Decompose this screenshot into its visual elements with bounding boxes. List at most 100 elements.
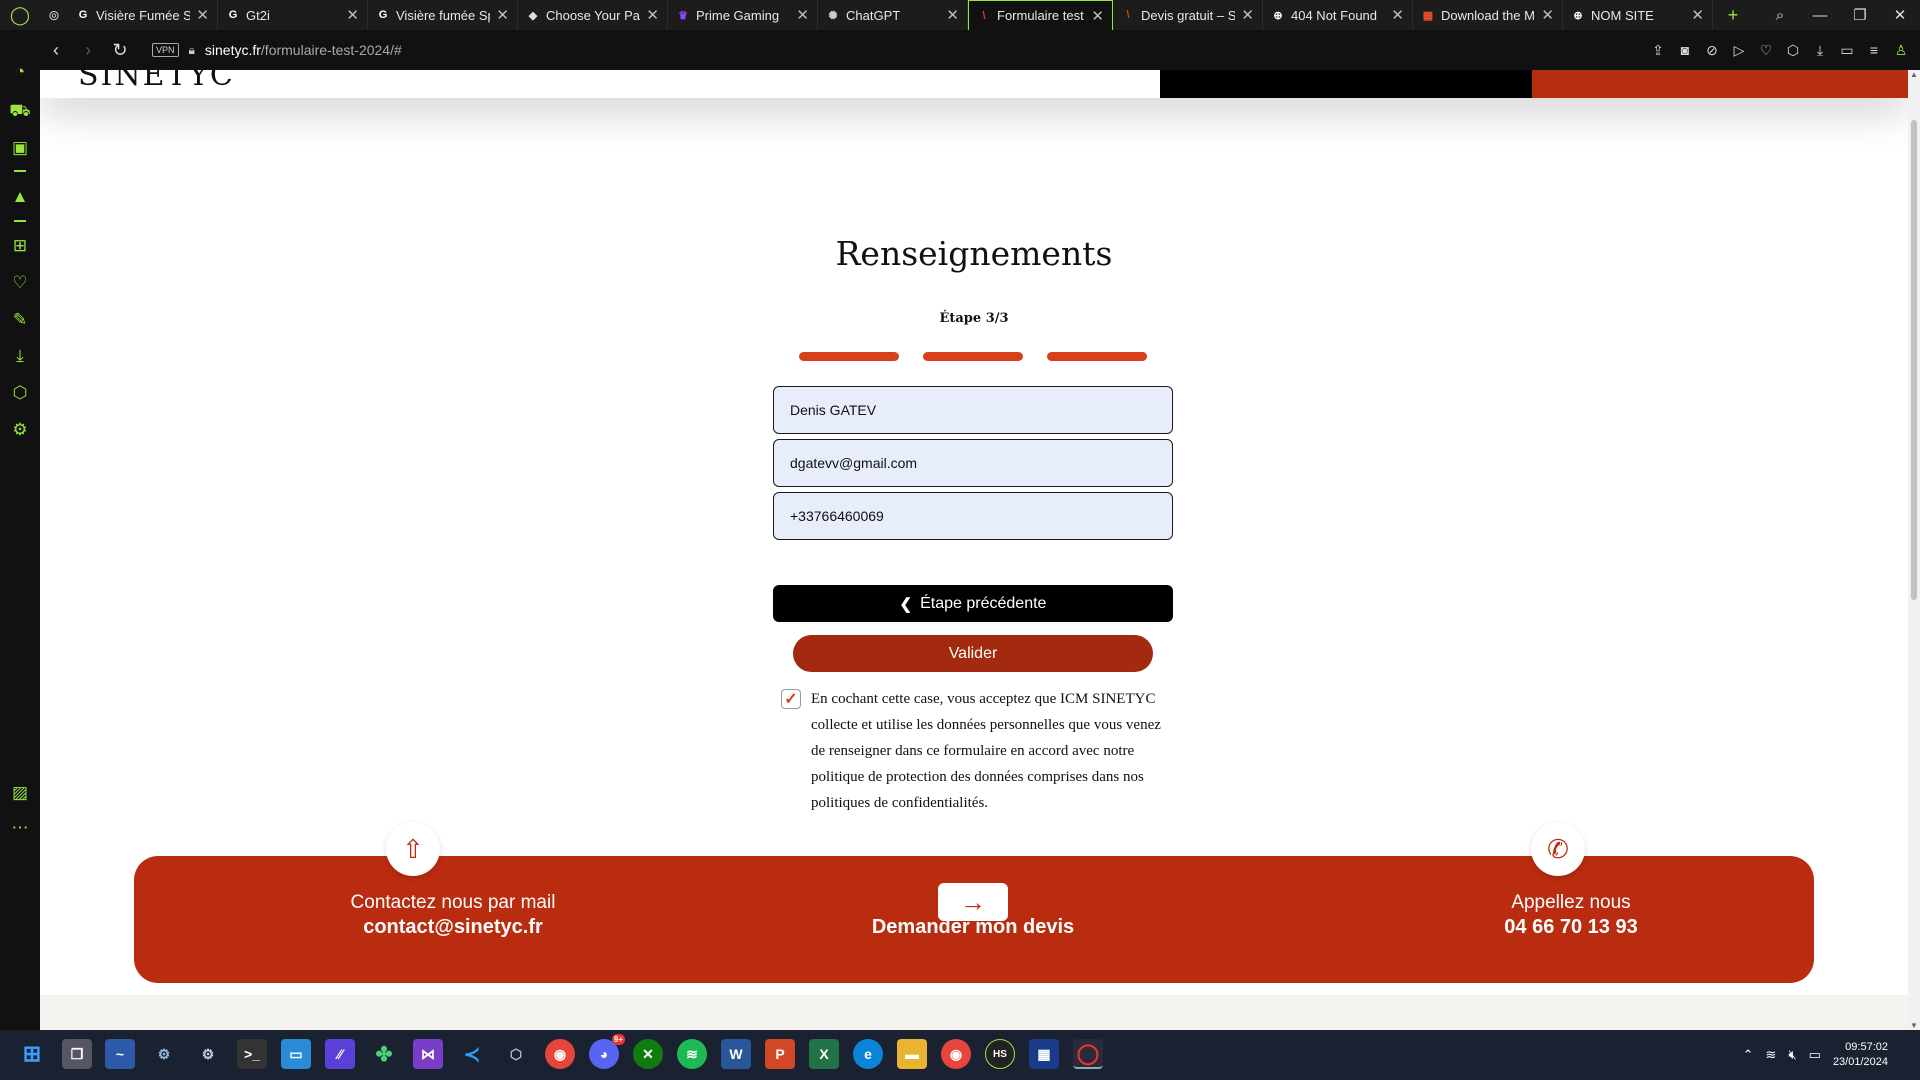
tab-close-icon[interactable]: ✕ xyxy=(1091,7,1104,25)
tab-close-icon[interactable]: ✕ xyxy=(196,6,209,24)
notes-icon[interactable]: ✎ xyxy=(0,310,40,330)
powerpoint-icon[interactable]: P xyxy=(765,1039,795,1069)
spotify-icon[interactable]: ≋ xyxy=(677,1039,707,1069)
display-icon[interactable]: ▭ xyxy=(281,1039,311,1069)
close-window-button[interactable]: ✕ xyxy=(1880,6,1920,24)
downloads-icon[interactable]: ⤓ xyxy=(1811,42,1829,59)
app-icon-gear[interactable]: ⚙ xyxy=(149,1039,179,1069)
clock[interactable]: 09:57:02 23/01/2024 xyxy=(1833,1040,1888,1070)
scroll-thumb[interactable] xyxy=(1911,120,1917,600)
tab-close-icon[interactable]: ✕ xyxy=(646,6,659,24)
tab-close-icon[interactable]: ✕ xyxy=(946,6,959,24)
quote-link[interactable]: Demander mon devis xyxy=(803,916,1143,939)
tab-10[interactable]: ▦ Download the Mi ✕ xyxy=(1413,0,1563,30)
excel-icon[interactable]: X xyxy=(809,1039,839,1069)
chrome-icon[interactable]: ◉ xyxy=(545,1039,575,1069)
tab-5[interactable]: ♛ Prime Gaming ✕ xyxy=(668,0,818,30)
url-field[interactable]: sinetyc.fr/formulaire-test-2024/# xyxy=(205,42,402,58)
name-field[interactable]: Denis GATEV xyxy=(773,386,1173,434)
send-icon[interactable]: ▷ xyxy=(1730,42,1748,59)
tab-close-icon[interactable]: ✕ xyxy=(496,6,509,24)
downloads-sidebar-icon[interactable]: ⤓ xyxy=(0,346,40,366)
minimize-button[interactable]: — xyxy=(1800,7,1840,24)
opera-logo-icon[interactable]: ◯ xyxy=(0,0,40,30)
edge-icon[interactable]: e xyxy=(853,1039,883,1069)
app-icon-monitor[interactable]: ~ xyxy=(105,1039,135,1069)
snapshot-icon[interactable]: ◙ xyxy=(1676,42,1694,58)
volume-muted-icon[interactable]: 🔇︎ xyxy=(1788,1047,1796,1063)
visual-studio-icon[interactable]: ⋈ xyxy=(413,1039,443,1069)
tab-islands-icon[interactable]: ⊞ xyxy=(0,236,40,256)
settings-app-icon[interactable]: ⚙ xyxy=(193,1039,223,1069)
reload-button[interactable]: ↻ xyxy=(104,40,136,61)
previous-step-button[interactable]: ❮ Étape précédente xyxy=(773,585,1173,622)
mail-link[interactable]: contact@sinetyc.fr xyxy=(283,916,623,939)
terminal-icon[interactable]: >_ xyxy=(237,1039,267,1069)
site-logo[interactable]: SINETYC xyxy=(78,70,235,93)
tab-3[interactable]: G Visière fumée Sp ✕ xyxy=(368,0,518,30)
scroll-down-arrow[interactable]: ▼ xyxy=(1908,1021,1920,1030)
gallery-icon[interactable]: ▨ xyxy=(0,783,40,803)
opera-gx-taskbar-icon[interactable]: ◯ xyxy=(1073,1039,1103,1069)
tab-close-icon[interactable]: ✕ xyxy=(796,6,809,24)
phone-link[interactable]: 04 66 70 13 93 xyxy=(1401,916,1741,939)
tab-9[interactable]: ⊕ 404 Not Found ✕ xyxy=(1263,0,1413,30)
share-icon[interactable]: ⇪ xyxy=(1649,42,1667,59)
vscode-icon[interactable]: ≺ xyxy=(457,1039,487,1069)
forward-button[interactable]: › xyxy=(72,40,104,61)
submit-button[interactable]: Valider xyxy=(793,635,1153,672)
settings-icon[interactable]: ⚙ xyxy=(0,420,40,440)
app-icon-chart[interactable]: ⁄⁄ xyxy=(325,1039,355,1069)
email-field[interactable]: dgatevv@gmail.com xyxy=(773,439,1173,487)
hs-app-icon[interactable]: HS xyxy=(985,1039,1015,1069)
battery-saver-icon[interactable]: ▭ xyxy=(1838,42,1856,59)
tab-close-icon[interactable]: ✕ xyxy=(1241,6,1254,24)
speed-dial-icon[interactable]: ◔ xyxy=(0,62,40,82)
extensions-icon[interactable]: ⬡ xyxy=(1784,42,1802,59)
more-icon[interactable]: ⋯ xyxy=(0,818,40,838)
tab-7[interactable]: \ Formulaire test - ✕ xyxy=(968,0,1113,30)
chrome-profile-icon[interactable]: ◉ xyxy=(941,1039,971,1069)
start-icon[interactable]: ⊞ xyxy=(17,1039,47,1069)
new-tab-button[interactable]: + xyxy=(1713,5,1753,26)
tab-11[interactable]: ⊕ NOM SITE ✕ xyxy=(1563,0,1713,30)
tab-close-icon[interactable]: ✕ xyxy=(1391,6,1404,24)
header-button-dark[interactable] xyxy=(1160,70,1532,98)
tab-close-icon[interactable]: ✕ xyxy=(1691,6,1704,24)
app-icon-green[interactable]: ✤ xyxy=(369,1039,399,1069)
tab-1[interactable]: G Visière Fumée Sp ✕ xyxy=(68,0,218,30)
scroll-up-arrow[interactable]: ▲ xyxy=(1908,70,1920,79)
adblock-icon[interactable]: ⊘ xyxy=(1703,42,1721,59)
shopping-icon[interactable]: ⛟ xyxy=(0,101,40,123)
workspaces-icon[interactable]: ⊚ xyxy=(40,0,68,30)
phone-field[interactable]: +33766460069 xyxy=(773,492,1173,540)
extensions-sidebar-icon[interactable]: ⬡ xyxy=(0,383,40,403)
tab-close-icon[interactable]: ✕ xyxy=(346,6,359,24)
tray-chevron-icon[interactable]: ⌃ xyxy=(1743,1047,1754,1063)
bookmarks-icon[interactable]: ♡ xyxy=(0,273,40,293)
page-scrollbar[interactable]: ▲ ▼ xyxy=(1908,70,1920,1030)
app-icon-grid[interactable]: ▦ xyxy=(1029,1039,1059,1069)
tab-4[interactable]: ◆ Choose Your Part ✕ xyxy=(518,0,668,30)
tab-6[interactable]: ✺ ChatGPT ✕ xyxy=(818,0,968,30)
easy-setup-icon[interactable]: ≡ xyxy=(1865,42,1883,58)
xbox-icon[interactable]: ✕ xyxy=(633,1039,663,1069)
lock-icon[interactable]: 🔒︎ xyxy=(189,43,195,58)
vpn-badge[interactable]: VPN xyxy=(152,43,179,57)
file-explorer-icon[interactable]: ▬ xyxy=(897,1039,927,1069)
search-tabs-icon[interactable]: ⌕ xyxy=(1760,7,1800,24)
unity-icon[interactable]: ⬡ xyxy=(501,1039,531,1069)
back-button[interactable]: ‹ xyxy=(40,40,72,61)
consent-checkbox[interactable]: ✓ xyxy=(781,689,801,709)
restore-button[interactable]: ❐ xyxy=(1840,6,1880,24)
wifi-icon[interactable]: ≋ xyxy=(1766,1047,1777,1063)
discord-icon[interactable]: ◕ 9+ xyxy=(589,1034,625,1069)
word-icon[interactable]: W xyxy=(721,1039,751,1069)
bookmark-heart-icon[interactable]: ♡ xyxy=(1757,42,1775,59)
aria-icon[interactable]: ▲ xyxy=(0,187,40,207)
task-view-icon[interactable]: ❐ xyxy=(62,1039,92,1069)
battery-icon[interactable]: ▭ xyxy=(1809,1047,1821,1063)
profile-icon[interactable]: ♙ xyxy=(1892,42,1910,59)
header-button-red[interactable] xyxy=(1532,70,1908,98)
tab-8[interactable]: \ Devis gratuit – Sin ✕ xyxy=(1113,0,1263,30)
